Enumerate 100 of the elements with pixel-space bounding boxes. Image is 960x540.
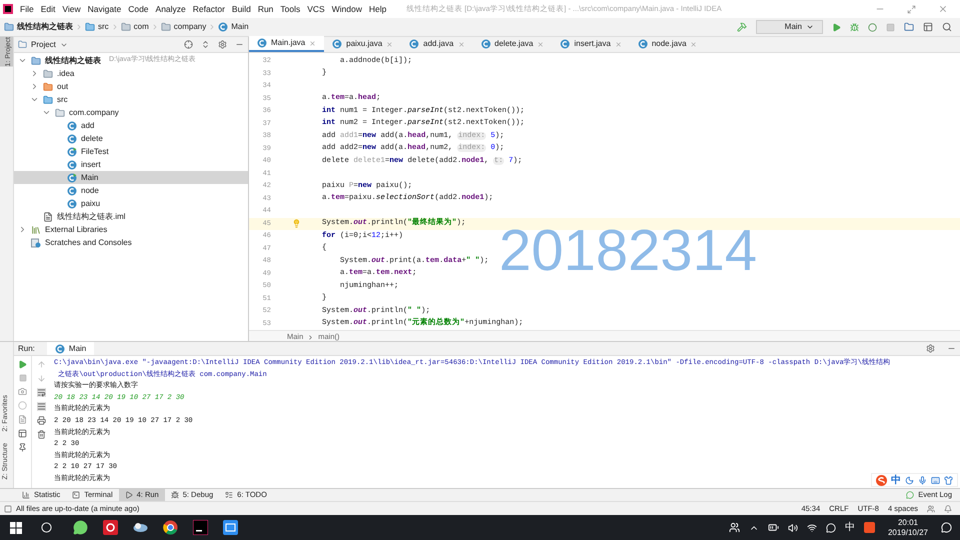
maximize-icon[interactable] (907, 4, 916, 14)
class-icon (218, 22, 228, 32)
editor-tab[interactable]: add.java (401, 36, 473, 52)
tree-item[interactable]: Main (14, 171, 248, 184)
menu-item[interactable]: Edit (40, 2, 56, 16)
tree-item[interactable]: Scratches and Consoles (14, 236, 248, 249)
folder-icon (31, 56, 41, 66)
menu-item[interactable]: View (62, 2, 81, 16)
menu-item[interactable]: Help (368, 2, 386, 16)
class-icon (67, 160, 77, 170)
menu-item[interactable]: File (20, 2, 34, 16)
trash-icon[interactable] (36, 430, 46, 439)
breadcrumb-item[interactable]: 线性结构之链表 (17, 21, 73, 33)
menu-item[interactable]: Build (232, 2, 251, 16)
coverage-icon[interactable] (868, 22, 877, 32)
menu-item[interactable]: Tools (280, 2, 300, 16)
chat-tray-icon[interactable] (826, 522, 836, 532)
rerun-icon[interactable] (18, 360, 27, 369)
package-icon (55, 108, 65, 118)
music-app-icon[interactable] (103, 520, 118, 535)
tree-item[interactable]: src (14, 93, 248, 106)
breadcrumb-item[interactable]: company (174, 21, 206, 33)
print-icon[interactable] (36, 416, 46, 425)
tree-item[interactable]: delete (14, 132, 248, 145)
battery-icon[interactable] (768, 522, 779, 533)
menu-item[interactable]: Run (258, 2, 274, 16)
menu-item[interactable]: Refactor (192, 2, 225, 16)
camera-icon[interactable] (18, 387, 27, 396)
ide-app-icon[interactable] (193, 520, 208, 535)
notification-icon[interactable] (944, 504, 952, 512)
chat-app-icon[interactable] (73, 520, 88, 535)
breadcrumb-item[interactable]: src (98, 21, 109, 33)
tree-item[interactable]: FileTest (14, 145, 248, 158)
tree-item[interactable]: com.company (14, 106, 248, 119)
volume-icon[interactable] (788, 522, 798, 532)
input-mode-indicator[interactable]: 中 (844, 520, 855, 535)
tree-label: insert (81, 158, 101, 170)
tree-item[interactable]: External Libraries (14, 223, 248, 236)
settings-icon[interactable] (218, 40, 227, 49)
editor-tab[interactable]: insert.java (552, 36, 630, 52)
skin-icon[interactable] (944, 476, 953, 484)
tree-label: .idea (57, 68, 74, 80)
menu-item[interactable]: Navigate (88, 2, 122, 16)
editor-tab[interactable]: paixu.java (324, 36, 402, 52)
tree-item[interactable]: 线性结构之链表.iml (14, 210, 248, 223)
soft-wrap-icon[interactable] (36, 388, 46, 397)
tree-item[interactable]: .idea (14, 67, 248, 80)
menu-item[interactable]: VCS (307, 2, 325, 16)
run-tab[interactable]: Main (46, 342, 94, 355)
tree-item[interactable]: insert (14, 158, 248, 171)
keyboard-icon[interactable] (931, 476, 940, 484)
tree-label: FileTest (81, 146, 109, 158)
people-icon[interactable] (728, 522, 740, 533)
sogou-tray-icon[interactable] (864, 522, 875, 533)
tree-item[interactable]: out (14, 80, 248, 93)
panel-title[interactable]: Project (31, 38, 56, 50)
export-icon[interactable] (18, 415, 27, 424)
debug-icon (170, 491, 179, 499)
action-center-icon[interactable] (941, 522, 952, 533)
input-mode-label[interactable]: 中 (891, 472, 901, 488)
collapse-icon[interactable] (201, 40, 210, 49)
settings-icon[interactable] (926, 344, 935, 353)
class-icon (480, 39, 491, 49)
run-icon (124, 491, 133, 499)
mic-icon[interactable] (918, 476, 927, 484)
class-icon (257, 38, 267, 48)
translate-app-icon[interactable] (223, 520, 238, 535)
scroll-to-end-icon[interactable] (36, 402, 46, 411)
menu-item[interactable]: Window (332, 2, 362, 16)
tree-label: add (81, 120, 94, 132)
build-icon[interactable] (736, 22, 747, 32)
editor-tab[interactable]: Main.java (249, 36, 324, 52)
tree-item[interactable]: paixu (14, 197, 248, 210)
breadcrumb-item[interactable]: Main (231, 21, 249, 33)
class-icon (67, 146, 77, 156)
locate-icon[interactable] (184, 40, 193, 49)
debug-icon[interactable] (850, 22, 859, 32)
tree-item[interactable]: node (14, 184, 248, 197)
class-icon (54, 344, 65, 354)
menu-item[interactable]: Analyze (156, 2, 186, 16)
browser-icon[interactable] (163, 520, 178, 535)
layout-icon[interactable] (18, 429, 27, 438)
todo-icon (225, 491, 234, 499)
search-icon[interactable] (942, 22, 952, 32)
run-icon[interactable] (832, 22, 841, 32)
editor-tab[interactable]: delete.java (472, 36, 552, 52)
editor-tab[interactable]: node.java (630, 36, 706, 52)
close-icon[interactable] (938, 4, 948, 14)
run-config-dropdown[interactable]: Main (756, 20, 823, 34)
pin-icon[interactable] (18, 443, 27, 452)
wifi-icon[interactable] (806, 522, 817, 532)
class-icon (560, 39, 570, 49)
clock[interactable]: 20:01 2019/10/27 (884, 518, 932, 538)
menu-item[interactable]: Code (128, 2, 149, 16)
moon-icon[interactable] (905, 476, 914, 484)
layout-icon[interactable] (923, 22, 933, 32)
breadcrumb-item[interactable]: com (134, 21, 149, 33)
tree-item[interactable]: add (14, 119, 248, 132)
project-structure-icon[interactable] (904, 22, 914, 32)
windows-logo-icon[interactable] (10, 522, 22, 534)
